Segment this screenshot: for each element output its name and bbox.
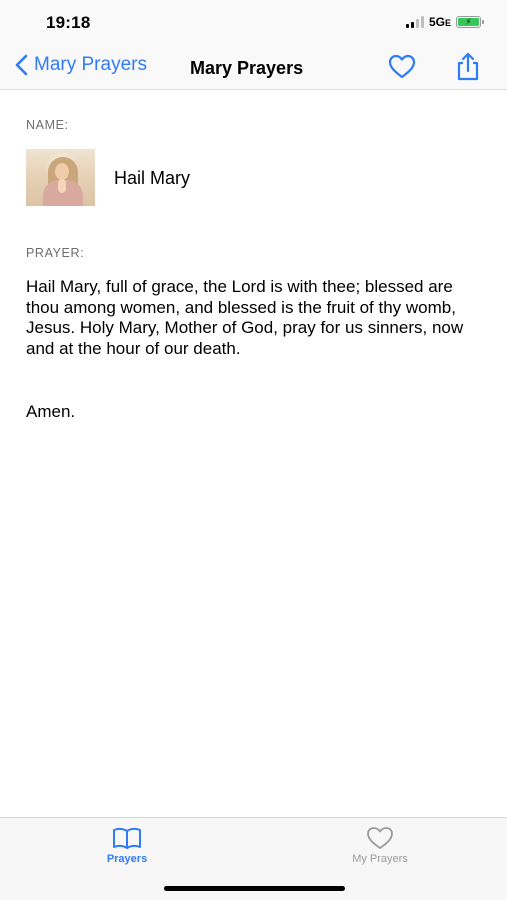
heart-outline-icon xyxy=(367,827,393,849)
chevron-left-icon xyxy=(15,54,28,76)
name-section-label: NAME: xyxy=(26,118,69,132)
network-suffix: E xyxy=(444,18,451,28)
prayer-text: Hail Mary, full of grace, the Lord is wi… xyxy=(26,277,464,358)
back-button-label: Mary Prayers xyxy=(34,54,147,75)
page-title: Mary Prayers xyxy=(190,58,304,78)
back-button[interactable]: Mary Prayers xyxy=(14,54,147,76)
tab-my-prayers[interactable]: My Prayers xyxy=(320,826,440,865)
heart-icon xyxy=(388,54,416,79)
status-time: 19:18 xyxy=(46,13,91,32)
favorite-button[interactable] xyxy=(388,54,416,80)
tab-prayers[interactable]: Prayers xyxy=(67,826,187,865)
status-bar: 19:18 5GE ⚡ xyxy=(0,0,507,44)
home-indicator[interactable] xyxy=(164,886,345,891)
tab-my-prayers-label: My Prayers xyxy=(352,853,408,865)
prayer-name: Hail Mary xyxy=(114,168,191,188)
book-icon xyxy=(113,827,141,849)
share-button[interactable] xyxy=(455,52,481,82)
signal-icon xyxy=(405,16,424,28)
prayer-amen: Amen. xyxy=(26,402,76,421)
prayer-section-label: PRAYER: xyxy=(26,246,85,260)
navigation-bar: Mary Prayers Mary Prayers xyxy=(0,44,507,90)
prayer-thumbnail-image xyxy=(26,149,95,206)
tab-prayers-label: Prayers xyxy=(106,853,148,865)
battery-icon: ⚡ xyxy=(456,16,484,28)
status-indicators: 5GE ⚡ xyxy=(405,15,484,29)
network-label: 5G xyxy=(428,15,445,29)
network-type: 5GE xyxy=(429,15,451,29)
share-icon xyxy=(457,52,479,81)
